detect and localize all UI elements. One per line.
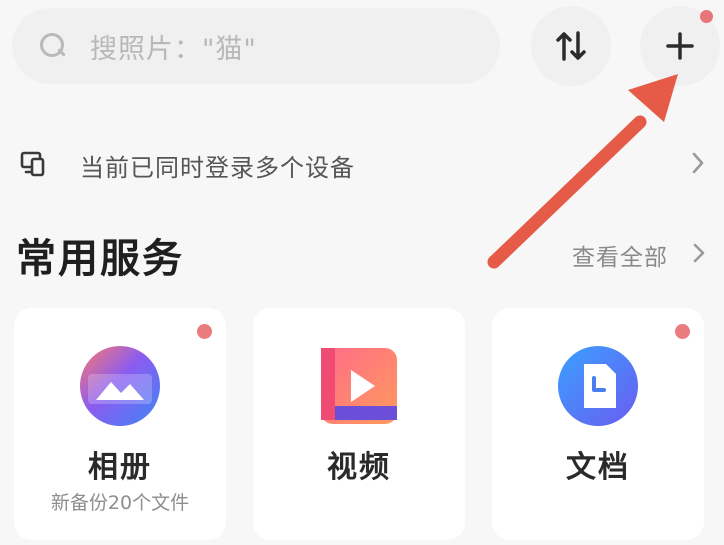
service-name: 文档	[566, 450, 630, 485]
multi-device-notice[interactable]: 当前已同时登录多个设备	[0, 138, 724, 190]
album-icon	[80, 346, 160, 426]
service-card-document[interactable]: 文档	[492, 308, 704, 540]
video-icon	[321, 348, 397, 424]
service-name: 视频	[327, 450, 391, 485]
device-notice-text: 当前已同时登录多个设备	[80, 154, 355, 182]
chevron-right-icon	[692, 152, 704, 174]
view-all-link[interactable]: 查看全部	[572, 238, 668, 272]
search-placeholder: 搜照片："猫"	[90, 33, 257, 65]
notification-dot	[700, 10, 713, 23]
service-card-video[interactable]: 视频	[253, 308, 465, 540]
add-button[interactable]	[640, 6, 720, 86]
notification-dot	[675, 324, 690, 339]
sort-arrows-icon	[556, 31, 586, 61]
search-bar[interactable]: 搜照片："猫"	[12, 8, 500, 84]
service-subtitle: 新备份20个文件	[50, 492, 190, 514]
service-name: 相册	[88, 450, 152, 485]
search-icon	[38, 31, 68, 61]
chevron-right-icon[interactable]	[690, 239, 708, 267]
sort-button[interactable]	[531, 6, 611, 86]
notification-dot	[197, 324, 212, 339]
devices-icon	[20, 151, 45, 177]
section-title: 常用服务	[16, 236, 184, 282]
plus-icon	[666, 32, 694, 60]
service-card-album[interactable]: 相册 新备份20个文件	[14, 308, 226, 540]
document-icon	[558, 346, 638, 426]
